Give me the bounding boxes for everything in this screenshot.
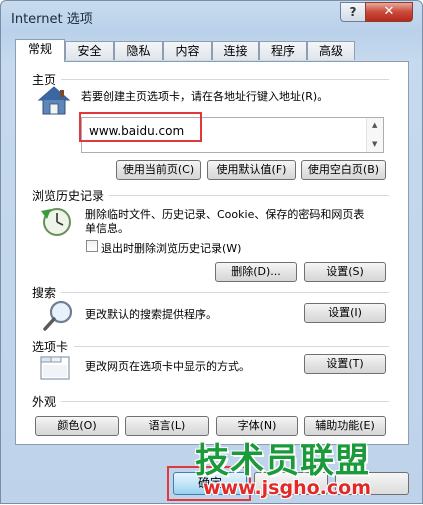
history-description: 删除临时文件、历史记录、Cookie、保存的密码和网页表单信息。 — [85, 208, 365, 235]
delete-on-exit-label: 退出时删除浏览历史记录(W) — [101, 242, 242, 255]
watermark: 技术员联盟 www.jsgho.com — [191, 433, 421, 505]
history-section-label: 浏览历史记录 — [32, 189, 105, 203]
tabs-divider — [74, 346, 389, 347]
tab-connections[interactable]: 连接 — [212, 41, 259, 60]
colors-button[interactable]: 颜色(O) — [35, 416, 119, 436]
watermark-title: 技术员联盟 — [195, 441, 370, 481]
magnifier-icon — [41, 299, 75, 333]
history-settings-button[interactable]: 设置(S) — [304, 262, 386, 282]
homepage-description: 若要创建主页选项卡，请在各地址行键入地址(R)。 — [81, 90, 329, 103]
search-settings-button[interactable]: 设置(I) — [304, 303, 386, 323]
scroll-down-icon[interactable]: ▼ — [372, 140, 377, 148]
tabs-settings-button[interactable]: 设置(T) — [304, 354, 386, 374]
use-blank-button[interactable]: 使用空白页(B) — [301, 160, 386, 180]
tabbed-window-icon — [39, 353, 71, 381]
homepage-divider — [61, 79, 389, 80]
tab-advanced[interactable]: 高级 — [307, 41, 355, 60]
close-button[interactable]: ✕ — [365, 2, 413, 22]
help-button[interactable]: ? — [340, 2, 366, 22]
internet-options-window: Internet 选项 ? ✕ 常规 安全 隐私 内容 连接 程序 高级 主页 … — [0, 0, 423, 504]
tab-privacy[interactable]: 隐私 — [114, 41, 163, 60]
url-highlight-box — [79, 112, 202, 142]
delete-on-exit-checkbox[interactable] — [86, 240, 98, 252]
tab-security[interactable]: 安全 — [65, 41, 114, 60]
search-divider — [61, 292, 389, 293]
search-description: 更改默认的搜索提供程序。 — [85, 308, 217, 321]
url-field-scrollbar[interactable]: ▲ ▼ — [366, 118, 383, 152]
tabs-description: 更改网页在选项卡中显示的方式。 — [85, 360, 250, 373]
appearance-section-label: 外观 — [32, 395, 57, 409]
appearance-divider — [61, 401, 389, 402]
tab-general[interactable]: 常规 — [15, 39, 65, 62]
delete-history-button[interactable]: 删除(D)... — [215, 262, 297, 282]
tab-programs[interactable]: 程序 — [259, 41, 307, 60]
history-clock-icon — [37, 203, 73, 239]
title-bar[interactable]: Internet 选项 ? ✕ — [1, 1, 422, 33]
use-default-button[interactable]: 使用默认值(F) — [207, 160, 296, 180]
window-title: Internet 选项 — [11, 12, 93, 27]
use-current-button[interactable]: 使用当前页(C) — [116, 160, 201, 180]
history-divider — [109, 195, 389, 196]
watermark-url: www.jsgho.com — [203, 477, 371, 499]
scroll-up-icon[interactable]: ▲ — [372, 121, 377, 129]
house-icon — [37, 85, 71, 117]
tab-content[interactable]: 内容 — [163, 41, 212, 60]
